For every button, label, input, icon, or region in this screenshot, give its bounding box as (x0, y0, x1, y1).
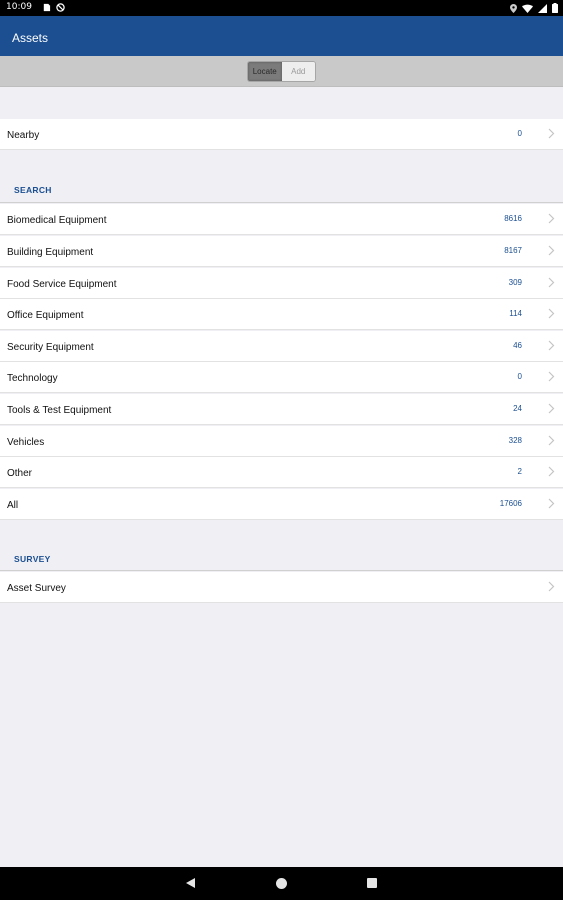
chevron-right-icon (548, 128, 555, 139)
chevron-right-icon (548, 277, 555, 288)
divider (0, 202, 563, 203)
page-title: Assets (12, 31, 49, 45)
row-count: 0 (517, 129, 522, 138)
asset-survey-row[interactable]: Asset Survey (0, 572, 563, 603)
chevron-right-icon (548, 245, 555, 256)
chevron-right-icon (548, 308, 555, 319)
asset-category-row[interactable]: Building Equipment 8167 (0, 236, 563, 267)
nearby-row[interactable]: Nearby 0 (0, 119, 563, 150)
row-count: 0 (517, 372, 522, 381)
battery-icon (552, 3, 558, 13)
asset-category-row[interactable]: Security Equipment 46 (0, 331, 563, 362)
chevron-right-icon (548, 498, 555, 509)
signal-icon (538, 3, 547, 13)
chevron-right-icon (548, 340, 555, 351)
row-label: All (7, 500, 19, 511)
sd-card-icon (43, 3, 51, 12)
asset-category-row[interactable]: Office Equipment 114 (0, 299, 563, 330)
row-label: Security Equipment (7, 342, 94, 353)
asset-category-row[interactable]: Vehicles 328 (0, 426, 563, 457)
row-count: 114 (509, 309, 522, 318)
home-icon[interactable] (276, 878, 287, 889)
search-section-header: SEARCH (14, 185, 52, 195)
chevron-right-icon (548, 371, 555, 382)
asset-category-row[interactable]: Tools & Test Equipment 24 (0, 394, 563, 425)
row-count: 24 (513, 404, 522, 413)
row-count: 46 (513, 341, 522, 350)
status-bar: 10:09 (0, 0, 563, 16)
row-count: 8616 (504, 214, 522, 223)
row-label: Technology (7, 373, 58, 384)
chevron-right-icon (548, 213, 555, 224)
row-label: Asset Survey (7, 583, 66, 594)
row-label: Office Equipment (7, 310, 84, 321)
asset-category-row[interactable]: Other 2 (0, 457, 563, 488)
chevron-right-icon (548, 403, 555, 414)
survey-section-header: SURVEY (14, 554, 51, 564)
location-icon (510, 3, 517, 13)
no-disturb-icon (56, 3, 65, 12)
row-label: Biomedical Equipment (7, 215, 107, 226)
app-bar: Assets (0, 16, 563, 56)
row-label: Vehicles (7, 437, 45, 448)
row-count: 8167 (504, 246, 522, 255)
chevron-right-icon (548, 581, 555, 592)
asset-category-row[interactable]: Technology 0 (0, 362, 563, 393)
segment-toolbar: Locate Add (0, 56, 563, 87)
segment-add-button[interactable]: Add (281, 62, 315, 81)
chevron-right-icon (548, 466, 555, 477)
recents-icon[interactable] (367, 878, 377, 888)
row-label: Building Equipment (7, 247, 94, 258)
segment-locate-button[interactable]: Locate (248, 62, 282, 81)
row-count: 2 (517, 467, 522, 476)
row-label: Nearby (7, 130, 40, 141)
row-label: Other (7, 468, 33, 479)
row-count: 328 (508, 436, 522, 445)
asset-category-row[interactable]: Food Service Equipment 309 (0, 268, 563, 299)
row-count: 309 (508, 278, 522, 287)
system-nav-bar (0, 867, 563, 900)
row-label: Tools & Test Equipment (7, 405, 112, 416)
back-icon[interactable] (186, 878, 195, 888)
status-time: 10:09 (6, 2, 32, 12)
divider (0, 570, 563, 571)
wifi-icon (522, 4, 533, 13)
chevron-right-icon (548, 435, 555, 446)
row-count: 17606 (499, 499, 522, 508)
asset-category-row[interactable]: Biomedical Equipment 8616 (0, 204, 563, 235)
locate-add-segmented-control: Locate Add (247, 61, 316, 82)
asset-category-row[interactable]: All 17606 (0, 489, 563, 520)
row-label: Food Service Equipment (7, 279, 117, 290)
